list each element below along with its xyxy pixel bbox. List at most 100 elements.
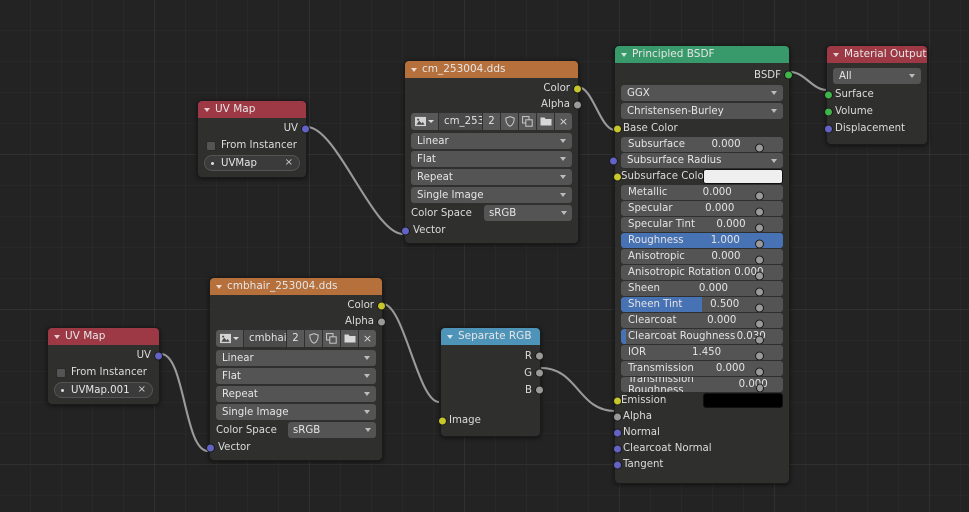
node-separate-rgb[interactable]: Separate RGB R G B Image bbox=[438, 327, 544, 437]
socket-image-in[interactable] bbox=[438, 416, 447, 425]
color-swatch[interactable] bbox=[703, 393, 783, 408]
socket-vector-in[interactable] bbox=[401, 226, 410, 235]
node-principled-bsdf[interactable]: Principled BSDF BSDF GGX Christensen-Bur… bbox=[609, 45, 793, 484]
target-dropdown[interactable]: All bbox=[833, 68, 921, 84]
node-header-image-texture-2[interactable]: cmbhair_253004.dds bbox=[210, 278, 382, 295]
socket-sheen-tint-in[interactable] bbox=[755, 303, 764, 312]
output-socket-row-alpha[interactable]: Alpha bbox=[216, 314, 386, 329]
output-socket-row-uv[interactable]: UV bbox=[204, 121, 310, 136]
checkbox-icon[interactable] bbox=[206, 140, 216, 151]
output-socket-row-alpha[interactable]: Alpha bbox=[411, 97, 582, 112]
socket-alpha-out[interactable] bbox=[573, 100, 582, 109]
socket-clearcoat-in[interactable] bbox=[754, 319, 764, 328]
image-name-field[interactable]: cm_253004… bbox=[439, 113, 482, 130]
slider-transmission[interactable]: Transmission 0.000 bbox=[621, 361, 783, 376]
socket-vector-in[interactable] bbox=[206, 443, 215, 452]
slider-specular[interactable]: Specular 0.000 bbox=[621, 201, 783, 216]
output-socket-row-color[interactable]: Color bbox=[216, 298, 386, 313]
unlink-button[interactable]: × bbox=[359, 330, 376, 347]
swatch-row-subsurface-color[interactable]: Subsurface Color bbox=[613, 169, 783, 184]
socket-roughness-in[interactable] bbox=[755, 239, 764, 248]
slider-ior[interactable]: IOR 1.450 bbox=[621, 345, 783, 360]
socket-anisotropic-rotation-in[interactable] bbox=[755, 271, 764, 280]
socket-uv-out[interactable] bbox=[301, 124, 310, 133]
slider-sheen-tint[interactable]: Sheen Tint 0.500 bbox=[621, 297, 783, 312]
open-image-button[interactable] bbox=[341, 330, 358, 347]
socket-volume-in[interactable] bbox=[824, 107, 833, 116]
output-socket-row-r[interactable]: R bbox=[447, 348, 544, 364]
socket-specular-in[interactable] bbox=[754, 207, 764, 216]
input-row-normal[interactable]: Normal bbox=[613, 425, 783, 440]
slider-specular-tint[interactable]: Specular Tint 0.000 bbox=[621, 217, 783, 232]
socket-specular-tint-in[interactable] bbox=[755, 223, 764, 232]
from-instancer-checkbox-row[interactable]: From Instancer bbox=[54, 364, 153, 381]
slider-subsurface[interactable]: Subsurface 0.000 bbox=[621, 137, 783, 152]
socket-clearcoat-roughness-in[interactable] bbox=[754, 335, 764, 344]
dropdown-subsurface-radius[interactable]: Subsurface Radius bbox=[609, 153, 783, 168]
subsurface-method-dropdown[interactable]: Christensen-Burley bbox=[621, 103, 783, 119]
node-image-texture-1[interactable]: cm_253004.dds Color Alpha cm_253 2 × Lin… bbox=[401, 60, 582, 244]
collapse-triangle-icon[interactable] bbox=[447, 334, 453, 339]
projection-dropdown[interactable]: Flat bbox=[216, 368, 376, 384]
color-space-row[interactable]: Color Space sRGB bbox=[216, 422, 376, 438]
input-socket-row-image[interactable]: Image bbox=[438, 413, 534, 428]
unlink-button[interactable]: × bbox=[555, 113, 572, 130]
node-header-material-output[interactable]: Material Output bbox=[827, 46, 927, 63]
socket-subsurface-color-in[interactable] bbox=[613, 172, 622, 181]
clear-icon[interactable]: × bbox=[138, 385, 146, 395]
socket-ior-in[interactable] bbox=[755, 351, 764, 360]
socket-bsdf-out[interactable] bbox=[784, 70, 793, 80]
socket-clearcoat-normal-in[interactable] bbox=[613, 444, 622, 453]
clear-icon[interactable]: × bbox=[285, 158, 293, 168]
extension-dropdown[interactable]: Repeat bbox=[411, 169, 572, 185]
slider-metallic[interactable]: Metallic 0.000 bbox=[621, 185, 783, 200]
collapse-triangle-icon[interactable] bbox=[621, 52, 627, 57]
socket-anisotropic-in[interactable] bbox=[755, 255, 764, 264]
input-socket-row-vector[interactable]: Vector bbox=[206, 440, 376, 455]
input-socket-row-vector[interactable]: Vector bbox=[401, 223, 572, 238]
node-header-principled-bsdf[interactable]: Principled BSDF bbox=[615, 46, 789, 63]
image-browse-button[interactable] bbox=[216, 330, 243, 347]
socket-uv-out[interactable] bbox=[154, 351, 163, 360]
socket-tangent-in[interactable] bbox=[613, 460, 622, 469]
input-socket-row-displacement[interactable]: Displacement bbox=[824, 121, 921, 136]
socket-b-out[interactable] bbox=[535, 385, 544, 395]
slider-anisotropic[interactable]: Anisotropic 0.000 bbox=[621, 249, 783, 264]
slider-anisotropic-rotation[interactable]: Anisotropic Rotation 0.000 bbox=[621, 265, 783, 280]
duplicate-button[interactable] bbox=[323, 330, 340, 347]
image-browse-button[interactable] bbox=[411, 113, 438, 130]
distribution-dropdown[interactable]: GGX bbox=[621, 85, 783, 101]
image-datablock-row[interactable]: cmbhair_25… 2 bbox=[216, 330, 376, 347]
interpolation-dropdown[interactable]: Linear bbox=[216, 350, 376, 366]
color-space-row[interactable]: Color Space sRGB bbox=[411, 205, 572, 221]
socket-base-color-in[interactable] bbox=[613, 124, 622, 133]
socket-surface-in[interactable] bbox=[824, 90, 833, 99]
image-users-count[interactable]: 2 bbox=[483, 113, 500, 130]
collapse-triangle-icon[interactable] bbox=[54, 334, 60, 339]
slider-clearcoat[interactable]: Clearcoat 0.000 bbox=[621, 313, 783, 328]
source-dropdown[interactable]: Single Image bbox=[216, 404, 376, 420]
collapse-triangle-icon[interactable] bbox=[216, 284, 222, 289]
node-header-uv-map-1[interactable]: UV Map bbox=[198, 101, 306, 118]
socket-normal-in[interactable] bbox=[613, 428, 622, 437]
fake-user-button[interactable] bbox=[501, 113, 518, 130]
output-socket-row-g[interactable]: G bbox=[447, 365, 544, 381]
node-editor-canvas[interactable]: UV Map UV From Instancer UVMap × UV Map bbox=[0, 0, 969, 512]
projection-dropdown[interactable]: Flat bbox=[411, 151, 572, 167]
node-uv-map-1[interactable]: UV Map UV From Instancer UVMap × bbox=[197, 100, 310, 178]
node-header-separate-rgb[interactable]: Separate RGB bbox=[441, 328, 540, 345]
node-material-output[interactable]: Material Output All Surface Volume Displ… bbox=[824, 45, 928, 145]
color-space-dropdown[interactable]: sRGB bbox=[288, 422, 376, 438]
duplicate-button[interactable] bbox=[519, 113, 536, 130]
extension-dropdown[interactable]: Repeat bbox=[216, 386, 376, 402]
slider-sheen[interactable]: Sheen 0.000 bbox=[621, 281, 783, 296]
node-header-image-texture-1[interactable]: cm_253004.dds bbox=[405, 61, 578, 78]
from-instancer-checkbox-row[interactable]: From Instancer bbox=[204, 137, 300, 154]
socket-alpha-out[interactable] bbox=[377, 317, 386, 326]
output-socket-row-b[interactable]: B bbox=[447, 382, 544, 398]
socket-transmission-in[interactable] bbox=[754, 367, 764, 376]
node-header-uv-map-2[interactable]: UV Map bbox=[48, 328, 159, 345]
collapse-triangle-icon[interactable] bbox=[204, 107, 210, 112]
image-datablock-row[interactable]: cm_253004… 2 bbox=[411, 113, 572, 130]
input-row-base-color[interactable]: Base Color bbox=[613, 121, 783, 136]
